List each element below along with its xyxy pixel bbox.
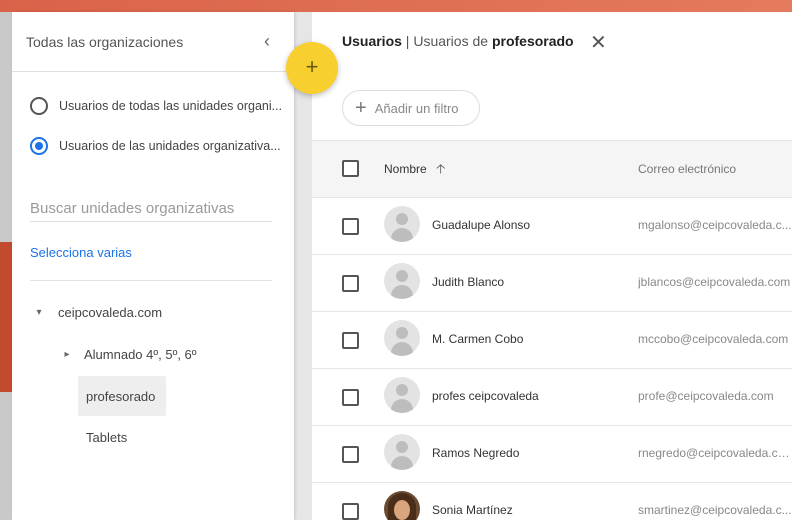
table-row[interactable]: profes ceipcovaleda profe@ceipcovaleda.c… bbox=[312, 369, 792, 426]
tree-item-alumnado-label: Alumnado 4º, 5º, 6º bbox=[84, 346, 197, 362]
user-email: mccobo@ceipcovaleda.com bbox=[638, 332, 789, 346]
add-filter-label: Añadir un filtro bbox=[374, 100, 459, 116]
radio-all-units-label: Usuarios de todas las unidades organi... bbox=[59, 99, 283, 113]
tree-item-root-label: ceipcovaleda.com bbox=[58, 304, 163, 320]
user-email: jblancos@ceipcovaleda.com bbox=[638, 275, 791, 289]
row-checkbox[interactable] bbox=[342, 332, 359, 349]
plus-icon: + bbox=[355, 97, 367, 119]
row-checkbox[interactable] bbox=[342, 446, 359, 463]
tree-item-tablets-label: Tablets bbox=[86, 429, 128, 445]
user-name[interactable]: Guadalupe Alonso bbox=[432, 218, 530, 232]
page-title-ou: profesorado bbox=[491, 33, 574, 49]
table-row[interactable]: Ramos Negredo rnegredo@ceipcovaleda.com bbox=[312, 426, 792, 483]
tree-item-tablets[interactable]: Tablets bbox=[86, 425, 127, 449]
user-name[interactable]: M. Carmen Cobo bbox=[432, 332, 523, 346]
close-icon[interactable]: ✕ bbox=[590, 30, 607, 55]
user-name[interactable]: Sonia Martínez bbox=[432, 503, 513, 517]
app-top-bar bbox=[0, 0, 792, 12]
divider bbox=[30, 280, 272, 281]
background-strip bbox=[0, 12, 12, 520]
user-email: smartinez@ceipcovaleda.c... bbox=[638, 503, 792, 517]
user-email: mgalonso@ceipcovaleda.c... bbox=[638, 218, 792, 232]
avatar bbox=[384, 206, 420, 242]
row-checkbox[interactable] bbox=[342, 218, 359, 235]
page-title: Usuarios | Usuarios de profesorado bbox=[342, 33, 574, 49]
chevron-left-icon[interactable]: ‹ bbox=[255, 29, 279, 53]
avatar bbox=[384, 434, 420, 470]
user-email: rnegredo@ceipcovaleda.com bbox=[638, 446, 792, 460]
radio-unchecked-icon[interactable] bbox=[30, 97, 48, 115]
page-title-main: Usuarios bbox=[342, 33, 402, 49]
org-unit-panel: Todas las organizaciones ‹ Usuarios de t… bbox=[12, 12, 294, 520]
tree-item-profesorado[interactable]: profesorado bbox=[86, 384, 155, 408]
column-header-name[interactable]: Nombre bbox=[384, 162, 427, 176]
users-panel: Usuarios | Usuarios de profesorado ✕ + A… bbox=[312, 12, 792, 520]
org-panel-header: Todas las organizaciones ‹ bbox=[12, 12, 294, 72]
user-name[interactable]: Judith Blanco bbox=[432, 275, 504, 289]
tree-item-profesorado-label: profesorado bbox=[86, 388, 156, 404]
caret-right-icon[interactable]: ▸ bbox=[58, 349, 76, 360]
select-multiple-link[interactable]: Selecciona varias bbox=[30, 245, 132, 260]
table-row[interactable]: Sonia Martínez smartinez@ceipcovaleda.c.… bbox=[312, 483, 792, 520]
caret-down-icon[interactable]: ▾ bbox=[30, 307, 48, 318]
add-button[interactable]: + bbox=[286, 42, 338, 94]
select-all-checkbox[interactable] bbox=[342, 160, 359, 177]
table-row[interactable]: Guadalupe Alonso mgalonso@ceipcovaleda.c… bbox=[312, 198, 792, 255]
org-panel-title: Todas las organizaciones bbox=[26, 34, 184, 50]
avatar bbox=[384, 263, 420, 299]
row-checkbox[interactable] bbox=[342, 275, 359, 292]
radio-selected-units[interactable]: Usuarios de las unidades organizativa... bbox=[30, 134, 289, 158]
radio-all-units[interactable]: Usuarios de todas las unidades organi... bbox=[30, 94, 289, 118]
users-panel-header: Usuarios | Usuarios de profesorado ✕ bbox=[312, 12, 792, 74]
table-row[interactable]: Judith Blanco jblancos@ceipcovaleda.com bbox=[312, 255, 792, 312]
row-checkbox[interactable] bbox=[342, 389, 359, 406]
avatar bbox=[384, 320, 420, 356]
user-name[interactable]: profes ceipcovaleda bbox=[432, 389, 539, 403]
radio-checked-icon[interactable] bbox=[30, 137, 48, 155]
page-title-separator: | Usuarios de bbox=[401, 33, 492, 49]
tree-item-root[interactable]: ▾ ceipcovaleda.com bbox=[30, 300, 162, 324]
background-accent bbox=[0, 242, 12, 392]
org-unit-search-input[interactable] bbox=[30, 196, 272, 222]
arrow-up-sort-icon[interactable]: 🡡 bbox=[436, 160, 445, 182]
table-header: Nombre 🡡 Correo electrónico bbox=[312, 140, 792, 198]
tree-item-alumnado[interactable]: ▸ Alumnado 4º, 5º, 6º bbox=[58, 342, 197, 366]
radio-selected-units-label: Usuarios de las unidades organizativa... bbox=[59, 139, 281, 153]
user-name[interactable]: Ramos Negredo bbox=[432, 446, 519, 460]
avatar-photo bbox=[384, 491, 420, 520]
row-checkbox[interactable] bbox=[342, 503, 359, 520]
avatar bbox=[384, 377, 420, 413]
user-email: profe@ceipcovaleda.com bbox=[638, 389, 774, 403]
column-header-email[interactable]: Correo electrónico bbox=[638, 162, 736, 176]
table-row[interactable]: M. Carmen Cobo mccobo@ceipcovaleda.com bbox=[312, 312, 792, 369]
add-filter-button[interactable]: + Añadir un filtro bbox=[342, 90, 480, 126]
